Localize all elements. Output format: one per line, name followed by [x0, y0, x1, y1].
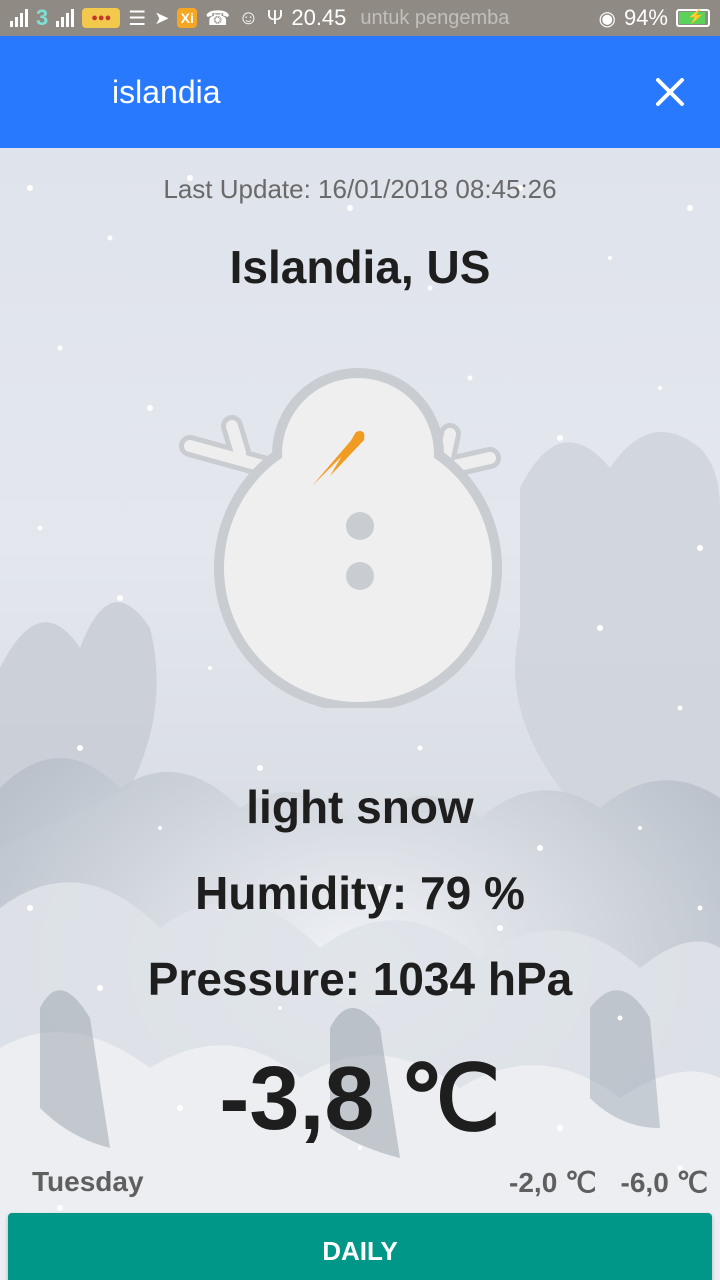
- eye-icon: ◉: [598, 7, 616, 30]
- signal-icon: [10, 9, 28, 27]
- usb-icon: Ψ: [266, 6, 284, 29]
- daily-button[interactable]: DAILY: [8, 1213, 712, 1280]
- status-right: ◉ 94% ⚡: [598, 5, 710, 31]
- last-update-label: Last Update: 16/01/2018 08:45:26: [163, 174, 557, 204]
- wifi-icon: ☰: [128, 7, 147, 30]
- weather-description: light snow: [246, 781, 474, 833]
- battery-icon: ⚡: [676, 8, 710, 27]
- battery-percent: 94%: [623, 5, 668, 30]
- carrier-badge: 3: [36, 5, 49, 30]
- search-input[interactable]: islandia: [112, 74, 648, 111]
- snowman-icon: [170, 358, 510, 712]
- screen: 3 ●●● ☰ ➤ Xi ☎ ☺ Ψ 20.45 untuk pengemba …: [0, 0, 720, 1280]
- app-bar: islandia: [0, 36, 720, 148]
- signal-icon-2: [56, 9, 75, 27]
- status-ticker: untuk pengemba: [360, 6, 510, 29]
- whatsapp-icon: ☎: [205, 7, 231, 30]
- status-bar: 3 ●●● ☰ ➤ Xi ☎ ☺ Ψ 20.45 untuk pengemba …: [0, 0, 720, 36]
- max-temperature: -2,0 ℃: [509, 1167, 597, 1198]
- city-title: Islandia, US: [229, 241, 491, 293]
- status-time: 20.45: [291, 5, 347, 30]
- cat-icon: ☺: [238, 6, 259, 29]
- app-badge-icon: Xi: [177, 8, 198, 28]
- close-icon[interactable]: [648, 70, 692, 114]
- humidity-label: Humidity: 79 %: [195, 867, 525, 919]
- send-icon: ➤: [154, 7, 170, 28]
- current-temperature: -3,8 ℃: [219, 1049, 501, 1149]
- day-label: Tuesday: [32, 1166, 144, 1197]
- notification-app-icon: ●●●: [82, 8, 121, 28]
- pressure-label: Pressure: 1034 hPa: [147, 953, 573, 1005]
- weather-content: Last Update: 16/01/2018 08:45:26 Islandi…: [0, 148, 720, 1280]
- min-temperature: -6,0 ℃: [620, 1167, 708, 1198]
- min-max-temperature: -2,0 ℃ -6,0 ℃: [509, 1166, 708, 1199]
- status-left: 3 ●●● ☰ ➤ Xi ☎ ☺ Ψ 20.45 untuk pengemba: [10, 5, 599, 31]
